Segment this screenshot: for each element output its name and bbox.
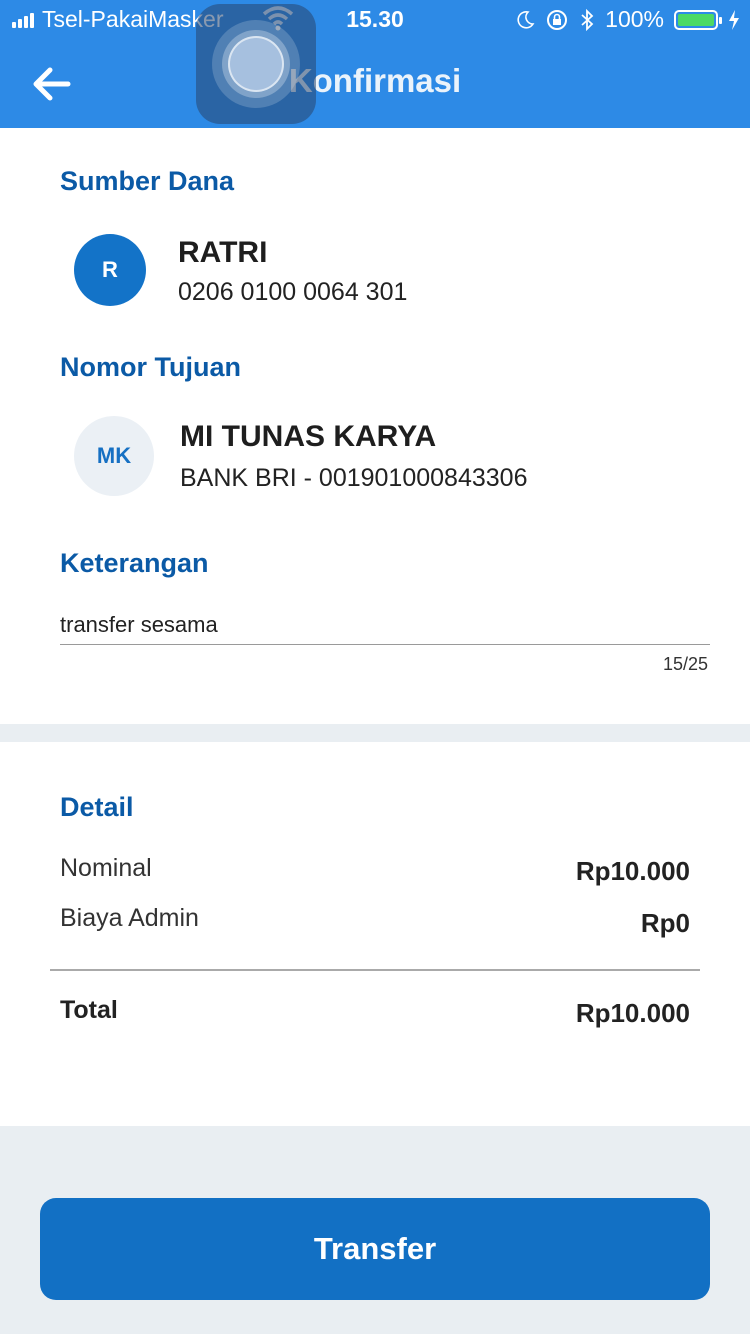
status-bar: Tsel-PakaiMasker 15.30 100% [0,0,750,40]
source-name: RATRI [178,236,268,269]
assistive-touch-button[interactable] [196,4,316,124]
note-char-counter: 15/25 [662,654,708,674]
note-input[interactable] [60,606,710,645]
transfer-button[interactable]: Transfer [40,1198,710,1300]
source-account-number: 0206 0100 0064 301 [178,278,408,306]
destination-name: MI TUNAS KARYA [180,420,437,453]
nominal-label: Nominal [60,854,152,882]
battery-icon [674,9,722,30]
note-section-title: Keterangan [60,548,209,578]
nominal-value: Rp10.000 [575,856,690,886]
battery-fill [678,13,714,26]
battery-percent: 100% [605,6,664,32]
source-avatar: R [74,234,146,306]
destination-bank-account: BANK BRI - 001901000843306 [180,464,528,492]
destination-section-title: Nomor Tujuan [60,352,241,382]
page-title: Konfirmasi [288,62,462,99]
source-section-title: Sumber Dana [60,166,235,196]
charging-icon [729,9,739,30]
admin-fee-value: Rp0 [640,908,690,938]
detail-section-title: Detail [60,792,134,822]
bluetooth-icon [581,8,594,31]
detail-card: Detail Nominal Rp10.000 Biaya Admin Rp0 … [0,742,750,1126]
rotation-lock-icon [547,9,568,30]
app-header: Tsel-PakaiMasker 15.30 100% Konfirmasi [0,0,750,128]
admin-fee-label: Biaya Admin [60,904,199,932]
total-label: Total [60,996,118,1024]
detail-divider [50,969,700,971]
moon-icon [517,10,535,29]
destination-avatar: MK [74,416,154,496]
status-right: 100% [515,6,740,33]
transfer-info-card: Sumber Dana R RATRI 0206 0100 0064 301 N… [0,128,750,724]
total-value: Rp10.000 [575,998,690,1028]
